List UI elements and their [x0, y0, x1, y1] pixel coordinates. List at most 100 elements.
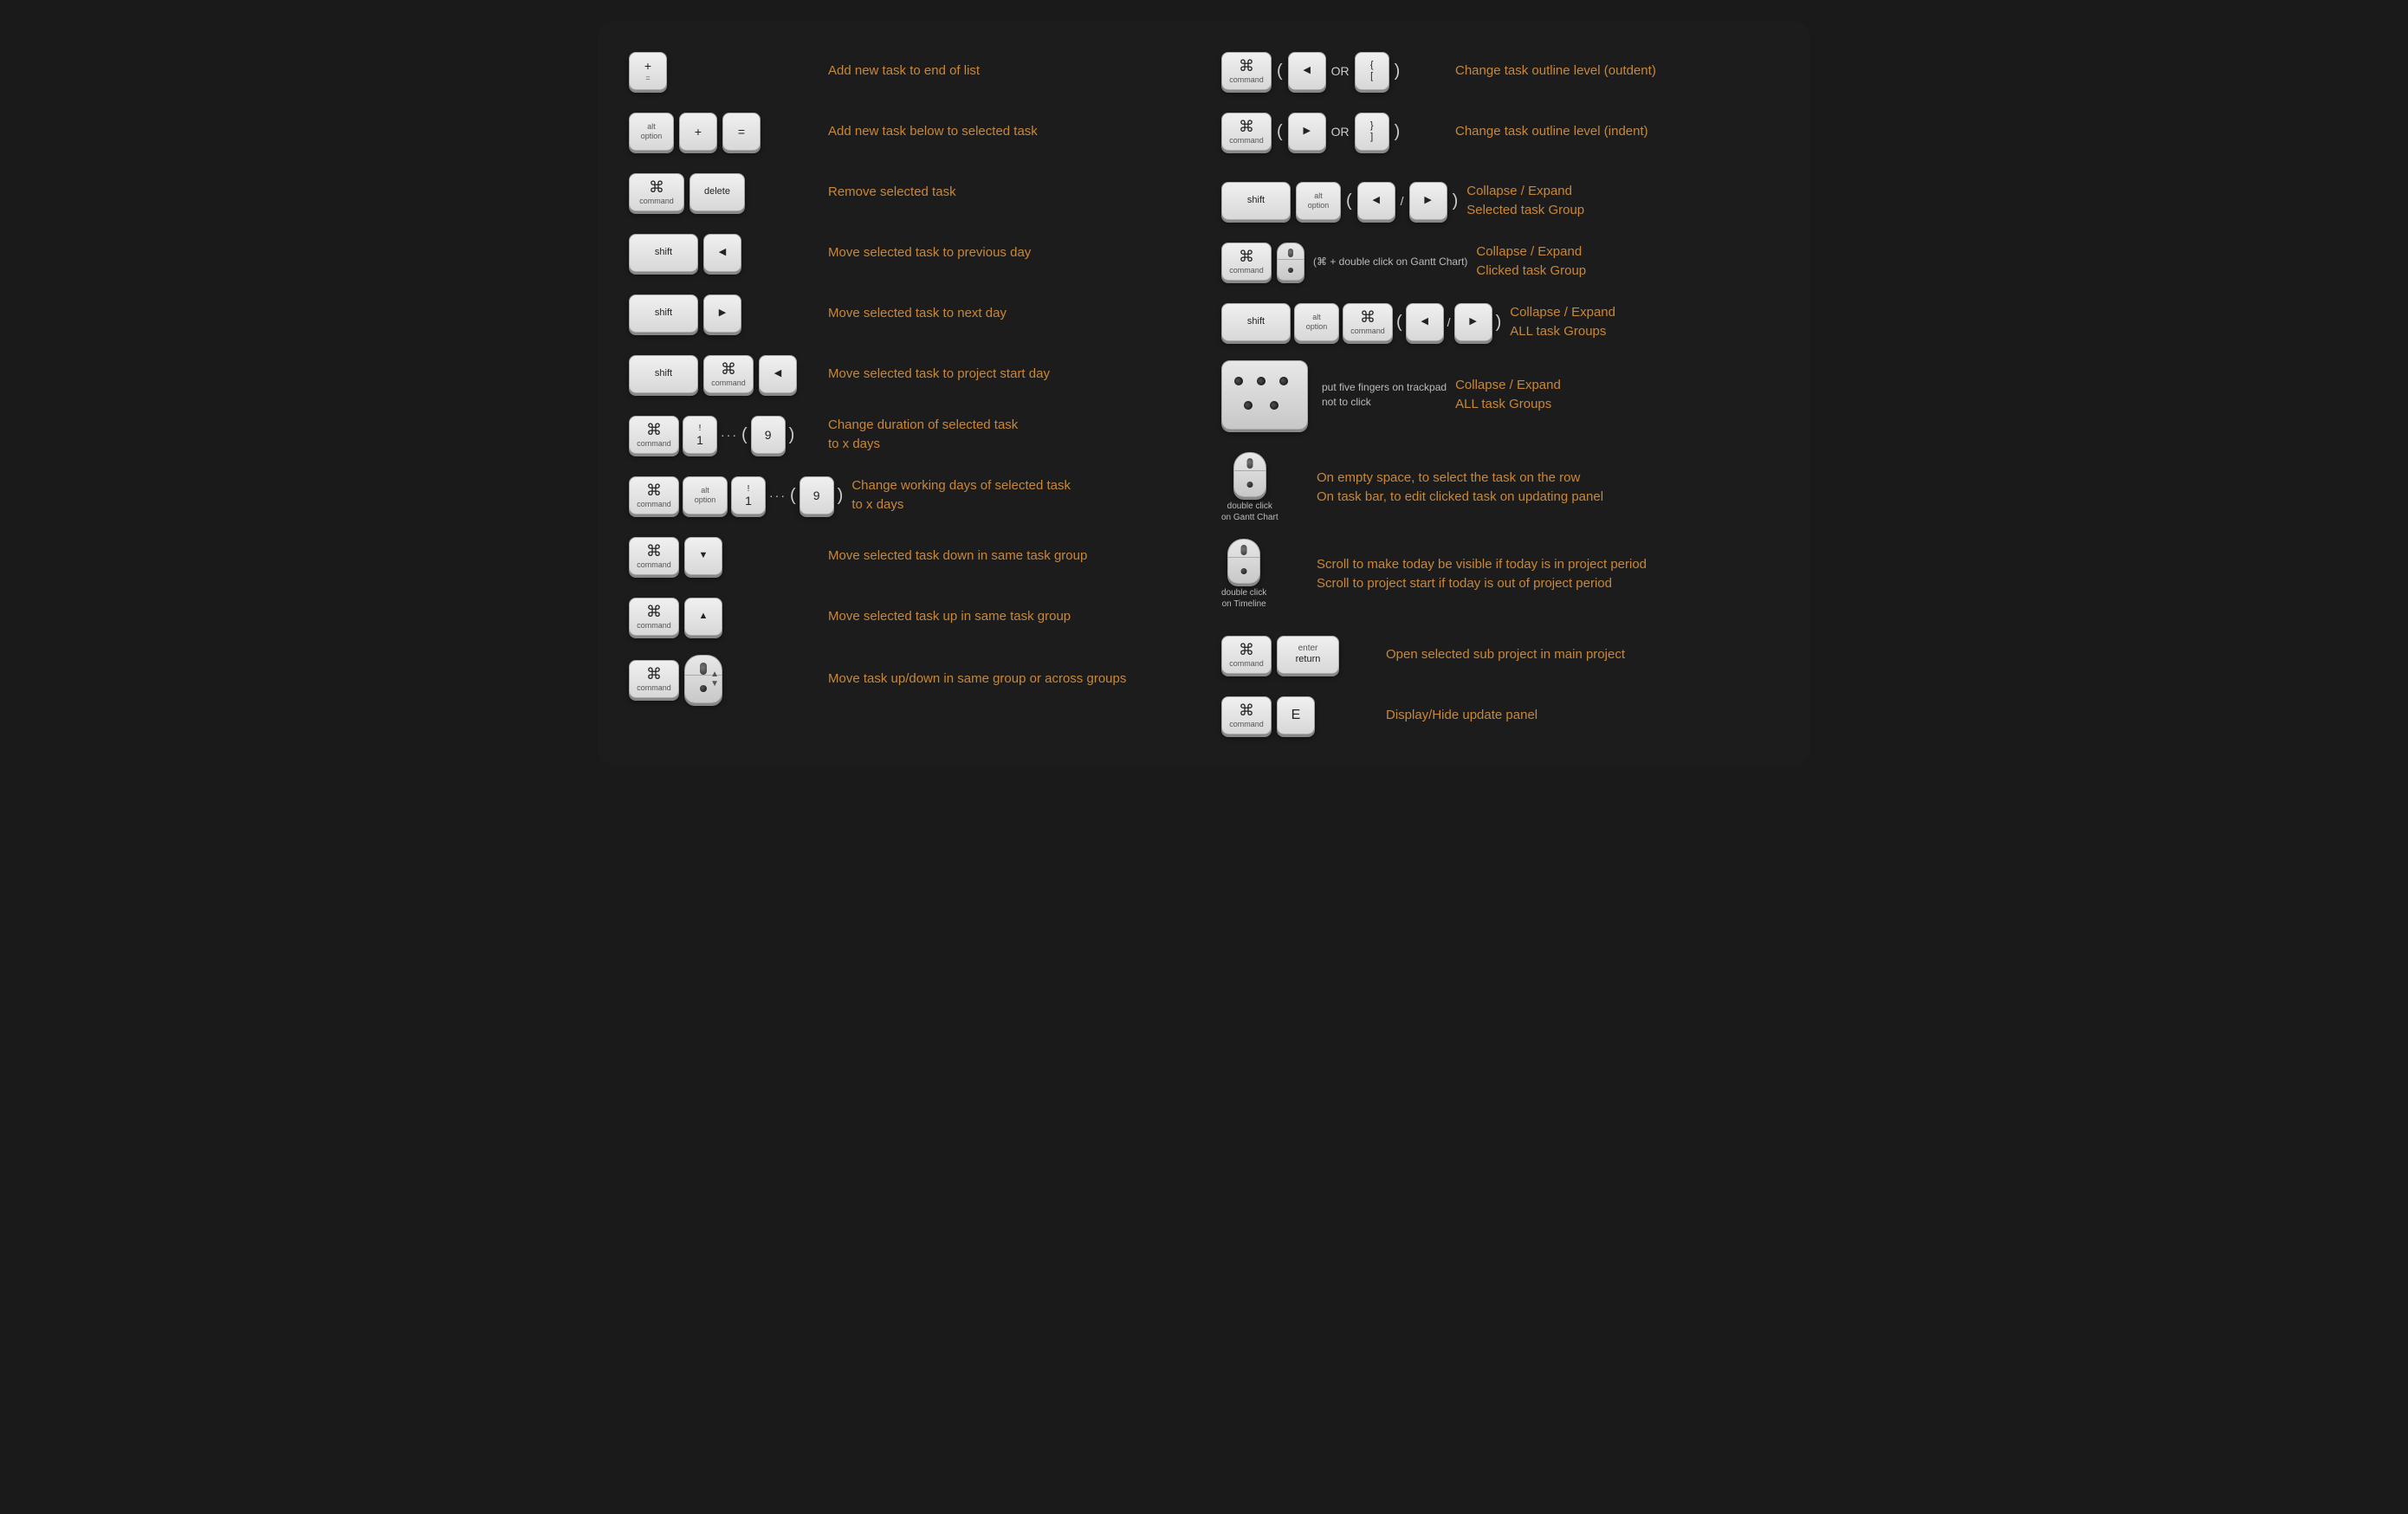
key-cmd-drag: ⌘ command: [629, 660, 679, 698]
dots-wd: ···: [769, 488, 786, 502]
key-1-wd: ! 1: [731, 476, 766, 514]
trackpad-label: put five fingers on trackpadnot to click: [1322, 380, 1447, 410]
desc-change-duration: Change duration of selected taskto x day…: [828, 416, 1187, 454]
mouse-dot-small: [1288, 268, 1293, 273]
key-alt-wd: alt option: [683, 476, 728, 514]
desc-collapse-clicked: Collapse / ExpandClicked task Group: [1476, 243, 1779, 281]
desc-prev-day: Move selected task to previous day: [828, 243, 1187, 262]
trackpad-five-fingers: [1221, 360, 1308, 430]
keys-prev-day: shift ◀: [629, 234, 819, 272]
desc-add-below: Add new task below to selected task: [828, 122, 1187, 141]
finger-dot-1: [1234, 377, 1243, 385]
mouse-div-small: [1278, 259, 1304, 260]
key-shift-next: shift: [629, 294, 698, 333]
shortcut-dbl-gantt: double clickon Gantt Chart On empty spac…: [1221, 452, 1779, 523]
mouse-dot-t: [1241, 568, 1247, 574]
mouse-gantt-icon: [1233, 452, 1266, 497]
shortcut-add-below: alt option + = Add new task below to sel…: [629, 109, 1187, 154]
keys-collapse-selected: shift alt option ( ◀ / ▶ ): [1221, 182, 1458, 220]
key-brace-outdent: { [: [1355, 52, 1389, 90]
keys-collapse-clicked: ⌘ command (⌘ + double click on Gantt Cha…: [1221, 243, 1467, 281]
keys-dbl-gantt: double clickon Gantt Chart: [1221, 452, 1308, 523]
mouse-gantt-label-text: double clickon Gantt Chart: [1221, 501, 1278, 523]
keys-drag: ⌘ command ▲▼: [629, 655, 819, 703]
paren-open-outdent: (: [1277, 61, 1283, 81]
mouse-gantt-with-label: double clickon Gantt Chart: [1221, 452, 1278, 523]
key-cmd-cc: ⌘ command: [1221, 243, 1272, 281]
keys-project-start: shift ⌘ command ◀: [629, 355, 819, 393]
paren-open-indent: (: [1277, 122, 1283, 142]
paren-open-wd: (: [790, 486, 796, 506]
paren-close-cak: ): [1496, 313, 1502, 333]
keys-next-day: shift ▶: [629, 294, 819, 333]
shortcut-display-hide: ⌘ command E Display/Hide update panel: [1221, 693, 1779, 738]
slash-cs: /: [1401, 194, 1404, 208]
paren-open-cak: (: [1396, 313, 1402, 333]
keys-display-hide: ⌘ command E: [1221, 696, 1377, 734]
key-cmd-down: ⌘ command: [629, 537, 679, 575]
mouse-scroll-t: [1241, 545, 1247, 555]
key-arrow-left-outdent: ◀: [1288, 52, 1326, 90]
shortcut-outdent: ⌘ command ( ◀ OR { [ ) Change task outli…: [1221, 49, 1779, 94]
desc-add-end: Add new task to end of list: [828, 61, 1187, 81]
gantt-label-cc: (⌘ + double click on Gantt Chart): [1313, 256, 1467, 268]
desc-display-hide: Display/Hide update panel: [1386, 706, 1779, 725]
desc-open-sub: Open selected sub project in main projec…: [1386, 645, 1779, 664]
mouse-timeline-with-label: double clickon Timeline: [1221, 539, 1266, 610]
keys-collapse-all-kb: shift alt option ⌘ command ( ◀ / ▶: [1221, 303, 1501, 341]
finger-dot-4: [1244, 401, 1253, 410]
finger-dot-2: [1257, 377, 1265, 385]
key-alt-option: alt option: [629, 113, 674, 151]
desc-dbl-timeline: Scroll to make today be visible if today…: [1317, 555, 1779, 593]
paren-close-cs: ): [1453, 191, 1459, 211]
key-cmd-up: ⌘ command: [629, 598, 679, 636]
shortcut-prev-day: shift ◀ Move selected task to previous d…: [629, 230, 1187, 275]
key-cmd-remove: ⌘ command: [629, 173, 684, 211]
mouse-scroll-wheel: [700, 663, 707, 675]
finger-dot-5: [1270, 401, 1278, 410]
key-delete: delete: [689, 173, 745, 211]
desc-move-up: Move selected task up in same task group: [828, 607, 1187, 626]
paren-open-cs: (: [1346, 191, 1352, 211]
mouse-updown-arrows: ▲▼: [710, 670, 719, 689]
mouse-drag-icon: ▲▼: [684, 655, 722, 703]
paren-open-dur: (: [741, 425, 748, 445]
key-9-dur: 9: [751, 416, 786, 454]
shortcut-project-start: shift ⌘ command ◀ Move selected task to …: [629, 352, 1187, 397]
desc-collapse-all-kb: Collapse / ExpandALL task Groups: [1510, 303, 1779, 341]
keys-add-below: alt option + =: [629, 113, 819, 151]
dots-dur: ···: [721, 428, 738, 442]
paren-close-wd: ): [838, 486, 844, 506]
keys-change-duration: ⌘ command ! 1 ··· ( 9 ): [629, 416, 819, 454]
key-cmd-dur: ⌘ command: [629, 416, 679, 454]
key-arrow-right-next: ▶: [703, 294, 741, 333]
key-cmd-indent: ⌘ command: [1221, 113, 1272, 151]
shortcut-dbl-timeline: double clickon Timeline Scroll to make t…: [1221, 539, 1779, 610]
shortcut-next-day: shift ▶ Move selected task to next day: [629, 291, 1187, 336]
key-shift-cak: shift: [1221, 303, 1291, 341]
mouse-gantt-small: [1277, 243, 1304, 281]
desc-dbl-gantt: On empty space, to select the task on th…: [1317, 469, 1779, 507]
or-indent: OR: [1331, 125, 1350, 139]
key-cmd-sub: ⌘ command: [1221, 636, 1272, 674]
shortcut-remove: ⌘ command delete Remove selected task: [629, 170, 1187, 215]
keys-remove: ⌘ command delete: [629, 173, 819, 211]
finger-dot-3: [1279, 377, 1288, 385]
key-9-wd: 9: [799, 476, 834, 514]
key-plus: + =: [629, 52, 667, 90]
key-left-cak: ◀: [1406, 303, 1444, 341]
key-arrow-right-indent: ▶: [1288, 113, 1326, 151]
key-equals2: =: [722, 113, 761, 151]
desc-remove: Remove selected task: [828, 183, 1187, 202]
left-column: + = Add new task to end of list alt opti…: [629, 49, 1187, 738]
keys-outdent: ⌘ command ( ◀ OR { [ ): [1221, 52, 1447, 90]
keys-dbl-timeline: double clickon Timeline: [1221, 539, 1308, 610]
key-arrow-down: ▼: [684, 537, 722, 575]
desc-outdent: Change task outline level (outdent): [1455, 61, 1779, 81]
shortcut-collapse-all-kb: shift alt option ⌘ command ( ◀ / ▶: [1221, 300, 1779, 345]
key-right-cak: ▶: [1454, 303, 1492, 341]
key-shift-cs: shift: [1221, 182, 1291, 220]
keys-move-up: ⌘ command ▲: [629, 598, 819, 636]
mouse-div-g: [1234, 470, 1265, 471]
desc-collapse-all-tp: Collapse / ExpandALL task Groups: [1455, 376, 1779, 414]
